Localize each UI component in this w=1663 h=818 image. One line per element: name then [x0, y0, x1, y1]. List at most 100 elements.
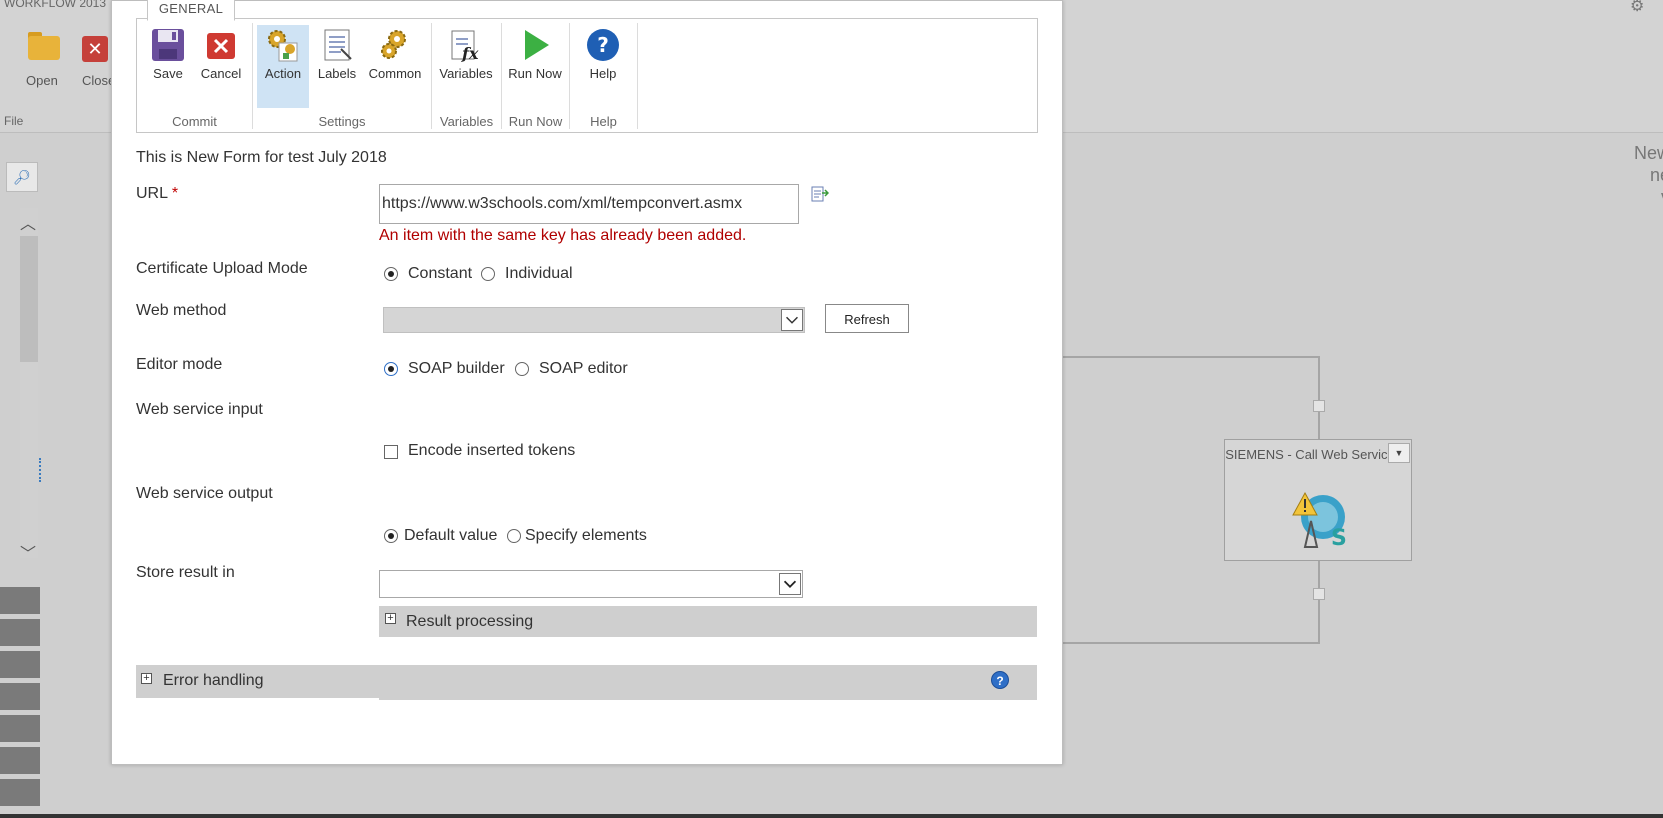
- cancel-label: Cancel: [200, 66, 242, 81]
- help-icon[interactable]: ?: [991, 671, 1009, 689]
- background-search-icon[interactable]: 🔎︎: [6, 162, 38, 192]
- action-configuration-dialog: GENERAL Save Cancel Action Labels Common…: [111, 0, 1063, 765]
- variables-label: Variables: [439, 66, 493, 81]
- store-result-label: Store result in: [136, 564, 235, 581]
- common-gears-icon: [381, 30, 406, 59]
- certificate-mode-label: Certificate Upload Mode: [136, 260, 308, 277]
- ribbon-separator: [637, 23, 638, 129]
- background-tile[interactable]: [0, 619, 40, 649]
- radio-specify-elements[interactable]: [507, 529, 521, 543]
- background-tile[interactable]: [0, 651, 40, 681]
- workflow-connector: [1061, 642, 1320, 644]
- background-close-icon[interactable]: ✕: [82, 36, 108, 62]
- expand-plus-icon[interactable]: +: [141, 673, 152, 684]
- action-label: Action: [264, 66, 302, 81]
- url-label: URL *: [136, 185, 178, 203]
- workflow-port[interactable]: [1313, 400, 1325, 412]
- background-settings-icon: ⚙: [1630, 0, 1645, 15]
- variables-button[interactable]: fx Variables: [435, 25, 497, 108]
- url-input[interactable]: [379, 184, 799, 224]
- chevron-down-icon[interactable]: [781, 309, 803, 331]
- url-error-message: An item with the same key has already be…: [379, 227, 747, 244]
- web-service-warning-icon: S: [1292, 491, 1347, 549]
- run-now-button[interactable]: Run Now: [505, 25, 565, 108]
- workflow-connector: [1318, 559, 1320, 643]
- ribbon-group-variables: Variables: [439, 114, 494, 129]
- workflow-node-title: SIEMENS - Call Web Service: [1225, 447, 1395, 462]
- background-tile[interactable]: [0, 587, 40, 617]
- chevron-down-icon[interactable]: [779, 573, 801, 595]
- chevron-down-icon[interactable]: ▼: [1388, 443, 1410, 463]
- encode-tokens-label: Encode inserted tokens: [408, 442, 576, 459]
- svg-text:fx: fx: [461, 44, 479, 63]
- web-service-output-label: Web service output: [136, 485, 273, 502]
- workflow-connector: [1318, 356, 1320, 440]
- background-tile[interactable]: [0, 715, 40, 745]
- svg-text:S: S: [1331, 526, 1347, 549]
- radio-individual-label: Individual: [505, 265, 573, 282]
- radio-default-value[interactable]: [384, 529, 398, 543]
- ribbon-group-settings: Settings: [318, 114, 366, 129]
- radio-soap-builder-label: SOAP builder: [408, 360, 505, 377]
- labels-button[interactable]: Labels: [313, 25, 361, 108]
- error-handling-label: Error handling: [163, 672, 264, 689]
- background-open-label: Open: [26, 73, 58, 88]
- background-tile[interactable]: [0, 779, 40, 809]
- variables-fx-icon: fx: [451, 30, 479, 63]
- radio-individual[interactable]: [481, 267, 495, 281]
- common-button[interactable]: Common: [365, 25, 425, 108]
- background-app-title: WORKFLOW 2013: [4, 0, 107, 10]
- result-processing-label: Result processing: [406, 613, 534, 630]
- background-splitter[interactable]: [39, 458, 44, 482]
- error-handling-section[interactable]: + Error handling: [136, 665, 1037, 700]
- action-button[interactable]: Action: [257, 25, 309, 108]
- save-label: Save: [153, 66, 183, 81]
- background-scroll-thumb[interactable]: [20, 236, 38, 362]
- help-button[interactable]: ? Help: [573, 25, 633, 108]
- radio-specify-elements-label: Specify elements: [525, 527, 647, 544]
- radio-constant[interactable]: [384, 267, 398, 281]
- workflow-port[interactable]: [1313, 588, 1325, 600]
- url-label-text: URL: [136, 185, 168, 202]
- scroll-down-icon[interactable]: ﹀: [20, 540, 36, 564]
- background-tile[interactable]: [0, 683, 40, 713]
- radio-default-value-label: Default value: [404, 527, 498, 544]
- run-play-icon: [525, 30, 549, 60]
- help-icon: ?: [587, 29, 619, 61]
- refresh-button[interactable]: Refresh: [825, 304, 909, 333]
- scroll-up-icon[interactable]: ︿: [20, 210, 36, 234]
- run-now-label: Run Now: [508, 66, 562, 81]
- common-label: Common: [368, 66, 422, 81]
- insert-reference-icon[interactable]: [811, 185, 829, 203]
- background-tile[interactable]: [0, 747, 40, 777]
- save-icon: [152, 29, 184, 61]
- ribbon-group-commit: Commit: [172, 114, 217, 129]
- labels-icon: [324, 29, 352, 61]
- expand-plus-icon[interactable]: +: [385, 613, 396, 624]
- cancel-icon: [207, 33, 235, 59]
- section-divider: [136, 698, 379, 700]
- web-method-select[interactable]: [383, 307, 805, 333]
- dialog-ribbon: Save Cancel Action Labels Common fx Vari…: [136, 18, 1038, 133]
- background-file-group-label: File: [4, 114, 24, 128]
- action-description: This is New Form for test July 2018: [136, 149, 387, 166]
- store-result-select[interactable]: [379, 570, 803, 598]
- encode-tokens-checkbox[interactable]: [384, 445, 398, 459]
- workflow-action-node[interactable]: SIEMENS - Call Web Service ▼ S: [1224, 439, 1412, 561]
- help-label: Help: [589, 66, 617, 81]
- cancel-button[interactable]: Cancel: [195, 25, 247, 108]
- save-button[interactable]: Save: [147, 25, 189, 108]
- radio-soap-builder[interactable]: [384, 362, 398, 376]
- radio-soap-editor-label: SOAP editor: [539, 360, 628, 377]
- tab-general[interactable]: GENERAL: [147, 0, 235, 21]
- radio-constant-label: Constant: [408, 265, 473, 282]
- background-right-text: New ne v: [1633, 143, 1663, 207]
- result-processing-section[interactable]: + Result processing: [379, 606, 1037, 637]
- web-service-input-label: Web service input: [136, 401, 263, 418]
- open-folder-icon[interactable]: [26, 30, 62, 62]
- background-taskbar: [0, 814, 1663, 818]
- required-mark: *: [171, 185, 179, 202]
- radio-soap-editor[interactable]: [515, 362, 529, 376]
- workflow-connector: [1061, 356, 1319, 358]
- ribbon-group-run-now: Run Now: [508, 114, 563, 129]
